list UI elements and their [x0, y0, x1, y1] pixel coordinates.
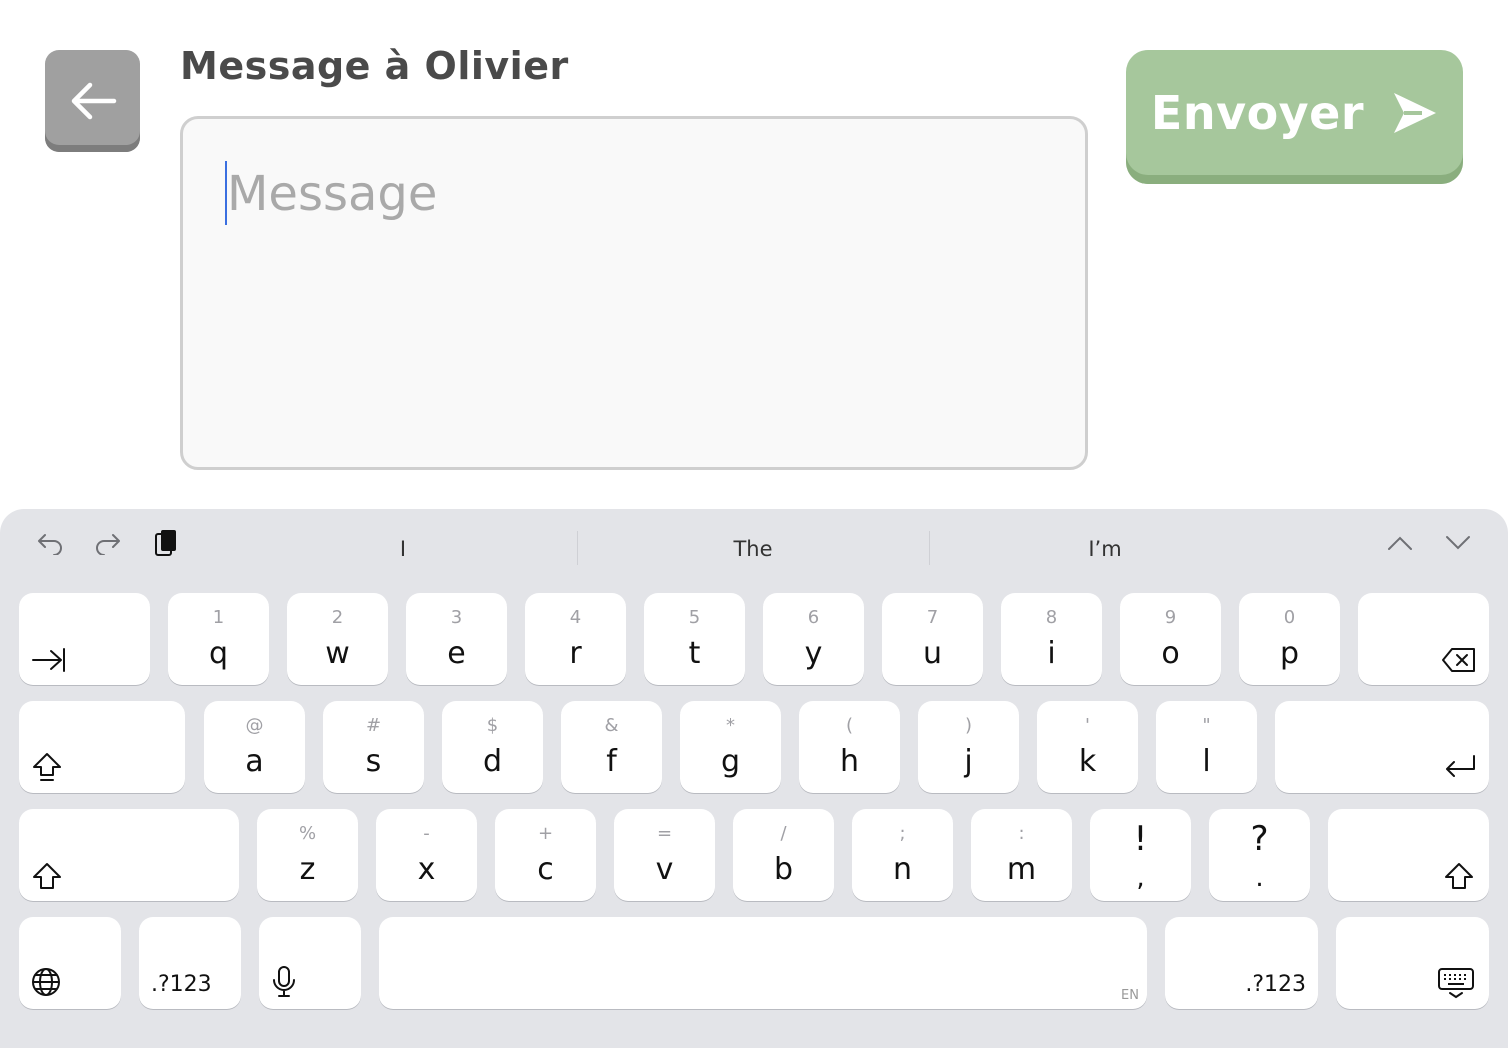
backspace-icon [1442, 648, 1475, 672]
key-z[interactable]: % z [257, 809, 358, 901]
key-i[interactable]: 8i [1001, 593, 1102, 685]
key-e[interactable]: 3e [406, 593, 507, 685]
key-r[interactable]: 4r [525, 593, 626, 685]
suggestion-divider [577, 531, 578, 565]
arrow-left-icon [71, 82, 116, 120]
shift-icon [33, 863, 61, 889]
return-key[interactable] [1275, 701, 1489, 793]
key-k[interactable]: ' k [1037, 701, 1138, 793]
message-input[interactable] [227, 159, 1047, 229]
key-h[interactable]: (h [799, 701, 900, 793]
key-q[interactable]: 1q [168, 593, 269, 685]
back-button[interactable] [45, 50, 140, 152]
globe-icon [32, 968, 60, 996]
shift-right-key[interactable] [1328, 809, 1489, 901]
return-icon [1446, 755, 1475, 777]
key-f[interactable]: & f [561, 701, 662, 793]
key-question-period[interactable]: ?. [1209, 809, 1310, 901]
key-p[interactable]: 0p [1239, 593, 1340, 685]
numbers-right-key[interactable]: .?123 [1165, 917, 1318, 1009]
key-w[interactable]: 2w [287, 593, 388, 685]
undo-button[interactable] [30, 525, 70, 561]
key-t[interactable]: 5t [644, 593, 745, 685]
globe-key[interactable] [19, 917, 121, 1009]
send-button[interactable]: Envoyer [1126, 50, 1463, 184]
undo-icon [38, 534, 62, 555]
key-exclamation-comma[interactable]: !, [1090, 809, 1191, 901]
key-x[interactable]: -x [376, 809, 477, 901]
send-button-label: Envoyer [1150, 86, 1365, 140]
space-bar[interactable]: EN [379, 917, 1147, 1009]
language-indicator: EN [1121, 988, 1139, 1003]
shift-left-key[interactable] [19, 809, 239, 901]
key-m[interactable]: :m [971, 809, 1072, 901]
dismiss-keyboard-key[interactable] [1336, 917, 1489, 1009]
redo-icon [96, 534, 120, 555]
key-u[interactable]: 7u [882, 593, 983, 685]
on-screen-keyboard: I The I’m 1q 2w 3e 4r 5t 6y 7u 8i 9o 0p [0, 509, 1508, 1048]
chevron-up-icon [1388, 536, 1412, 550]
key-y[interactable]: 6y [763, 593, 864, 685]
numbers-left-key[interactable]: .?123 [139, 917, 241, 1009]
shift-icon [1445, 863, 1473, 889]
page-title: Message à Olivier [180, 44, 569, 88]
tab-key[interactable] [19, 593, 150, 685]
paste-button[interactable] [146, 525, 186, 561]
key-v[interactable]: = v [614, 809, 715, 901]
caps-lock-key[interactable] [19, 701, 185, 793]
previous-field-button[interactable] [1380, 525, 1420, 561]
key-c[interactable]: + c [495, 809, 596, 901]
keyboard-dismiss-icon [1438, 968, 1474, 999]
suggestion-1[interactable]: I [240, 525, 566, 573]
tab-icon [32, 648, 65, 672]
send-icon [1394, 93, 1437, 133]
key-s[interactable]: # s [323, 701, 424, 793]
key-j[interactable]: ) j [918, 701, 1019, 793]
clipboard-icon [155, 530, 176, 556]
key-b[interactable]: / b [733, 809, 834, 901]
suggestion-divider [929, 531, 930, 565]
suggestion-3[interactable]: I’m [942, 525, 1268, 573]
key-n[interactable]: ; n [852, 809, 953, 901]
dictation-key[interactable] [259, 917, 361, 1009]
caps-lock-icon [33, 753, 61, 781]
key-l[interactable]: " l [1156, 701, 1257, 793]
microphone-icon [273, 966, 295, 997]
key-o[interactable]: 9o [1120, 593, 1221, 685]
key-d[interactable]: $ d [442, 701, 543, 793]
message-textarea-container[interactable] [180, 116, 1088, 470]
redo-button[interactable] [88, 525, 128, 561]
chevron-down-icon [1446, 536, 1470, 550]
backspace-key[interactable] [1358, 593, 1489, 685]
key-g[interactable]: * g [680, 701, 781, 793]
key-a[interactable]: @ a [204, 701, 305, 793]
next-field-button[interactable] [1438, 525, 1478, 561]
suggestion-2[interactable]: The [590, 525, 916, 573]
